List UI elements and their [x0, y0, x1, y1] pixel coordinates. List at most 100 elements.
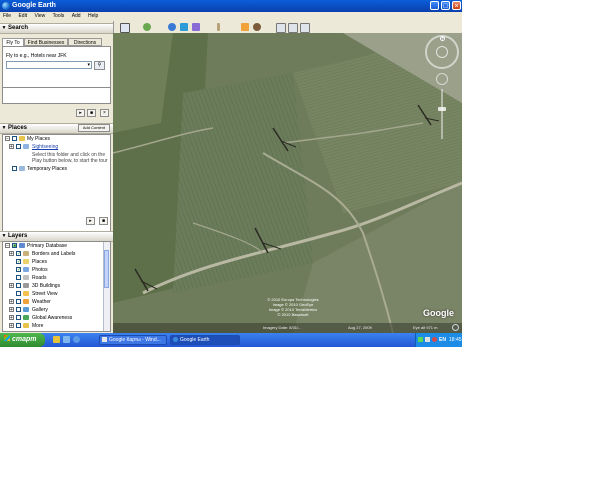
email-icon[interactable] [276, 23, 286, 33]
ruler-icon[interactable] [217, 23, 220, 31]
earth-3d-view[interactable]: N © 2010 Europa Technologies Image © 201… [113, 33, 462, 333]
google-maps-icon[interactable] [300, 23, 310, 33]
checkbox[interactable] [16, 275, 21, 280]
taskbar-item-browser[interactable]: Google Карты - Wind... [99, 335, 167, 345]
checkbox[interactable]: ✓ [16, 251, 21, 257]
close-button[interactable]: × [452, 1, 461, 10]
tree-label: Weather [32, 299, 51, 305]
expand-toggle-icon[interactable]: + [9, 307, 14, 313]
checkbox[interactable] [16, 144, 21, 149]
zoom-slider-thumb[interactable] [438, 107, 446, 111]
checkbox[interactable]: ✓ [16, 259, 21, 265]
scrollbar-thumb[interactable] [104, 250, 109, 288]
tab-directions[interactable]: Directions [68, 38, 102, 46]
polygon-icon[interactable] [168, 23, 176, 31]
add-content-button[interactable]: Add Content [78, 124, 110, 132]
expand-toggle-icon[interactable]: + [9, 299, 14, 305]
weather-icon [23, 299, 29, 304]
start-label: старт [12, 336, 37, 343]
checkbox[interactable] [16, 299, 21, 304]
sidebar-toggle-icon[interactable] [120, 23, 130, 33]
layers-scrollbar[interactable] [103, 242, 110, 331]
move-control[interactable] [436, 73, 448, 85]
quick-launch-icon[interactable] [53, 336, 60, 343]
checkbox[interactable] [16, 307, 21, 312]
placemark-icon[interactable] [143, 23, 151, 31]
checkbox[interactable] [16, 323, 21, 328]
print-icon[interactable] [288, 23, 298, 33]
tree-label: Roads [32, 275, 47, 281]
menu-add[interactable]: Add [69, 12, 84, 21]
photos-icon [23, 267, 29, 272]
search-header-label: Search [8, 25, 29, 31]
expand-toggle-icon[interactable]: + [9, 144, 14, 150]
title-bar[interactable]: Google Earth _ □ × [0, 0, 462, 12]
copyright-line: © 2010 Basarsoft [277, 312, 309, 317]
tab-find-businesses[interactable]: Find Businesses [24, 38, 68, 46]
expand-toggle-icon[interactable]: + [9, 323, 14, 329]
tree-label: Temporary Places [27, 166, 68, 172]
path-icon[interactable] [180, 23, 188, 31]
fly-to-label: Fly to e.g., Hotels near JFK [6, 53, 67, 59]
search-panel-header[interactable]: ▼ Search [0, 23, 113, 34]
maximize-button[interactable]: □ [441, 1, 450, 10]
menu-edit[interactable]: Edit [15, 12, 30, 21]
expand-toggle-icon[interactable]: + [9, 251, 14, 257]
tray-icon[interactable] [425, 337, 430, 342]
clock[interactable]: 18:45 [449, 333, 462, 347]
satellite-imagery[interactable] [113, 33, 462, 333]
tray-icon[interactable] [418, 337, 423, 342]
look-around-control[interactable]: N [425, 35, 459, 69]
stop-button[interactable]: ■ [87, 109, 96, 117]
quick-launch-icon[interactable] [63, 336, 70, 343]
search-button[interactable]: ⚲ [94, 61, 105, 70]
google-earth-window: Google Earth _ □ × File Edit View Tools … [0, 0, 462, 347]
tree-label: Street View [32, 291, 58, 297]
checkbox[interactable]: ✓ [16, 267, 21, 273]
dropdown-arrow-icon[interactable]: ▾ [87, 62, 90, 68]
street-view-icon [23, 291, 29, 296]
stop-tour-button[interactable]: ■ [99, 217, 108, 225]
image-overlay-icon[interactable] [192, 23, 200, 31]
expand-toggle-icon[interactable]: + [9, 315, 14, 321]
joystick-icon[interactable] [436, 46, 448, 58]
tree-label: More [32, 323, 44, 329]
acquisition-date: Aug 27, 2009 [348, 325, 372, 330]
play-tour-button[interactable]: ▸ [76, 109, 85, 117]
tree-label: Gallery [32, 307, 48, 313]
checkbox[interactable]: ■ [12, 243, 17, 249]
google-earth-app-icon [2, 2, 10, 10]
tree-label: Photos [32, 267, 48, 273]
quick-launch-icon[interactable] [73, 336, 80, 343]
menu-tools[interactable]: Tools [50, 12, 68, 21]
imagery-date: Imagery Date: 8/31/... [263, 325, 302, 330]
checkbox[interactable] [16, 291, 21, 296]
play-tour-button[interactable]: ▸ [86, 217, 95, 225]
menu-view[interactable]: View [31, 12, 48, 21]
start-button[interactable]: старт [0, 333, 45, 347]
zoom-slider[interactable] [438, 89, 446, 139]
taskbar-item-google-earth[interactable]: Google Earth [170, 335, 240, 345]
clear-search-button[interactable]: × [100, 109, 109, 117]
collapse-toggle-icon[interactable]: − [5, 136, 10, 142]
menu-help[interactable]: Help [85, 12, 101, 21]
fly-to-input[interactable]: ▾ [6, 61, 92, 69]
tree-label: 3D Buildings [32, 283, 61, 289]
tree-link[interactable]: Sightseeing [32, 143, 58, 151]
planet-switch-icon[interactable] [253, 23, 261, 31]
checkbox[interactable] [16, 283, 21, 288]
minimize-button[interactable]: _ [430, 1, 439, 10]
expand-toggle-icon[interactable]: + [9, 283, 14, 289]
collapse-toggle-icon[interactable]: − [5, 243, 10, 249]
menu-file[interactable]: File [0, 12, 14, 21]
search-results-list [2, 87, 111, 104]
checkbox[interactable] [16, 315, 21, 320]
checkbox[interactable] [12, 136, 17, 141]
north-indicator-icon[interactable]: N [440, 36, 445, 41]
tray-icon[interactable] [432, 337, 437, 342]
language-indicator[interactable]: EN [439, 333, 446, 347]
sun-icon[interactable] [241, 23, 249, 31]
collapse-arrow-icon: ▼ [1, 233, 7, 239]
tree-label: Borders and Labels [32, 251, 76, 257]
checkbox[interactable] [12, 166, 17, 171]
